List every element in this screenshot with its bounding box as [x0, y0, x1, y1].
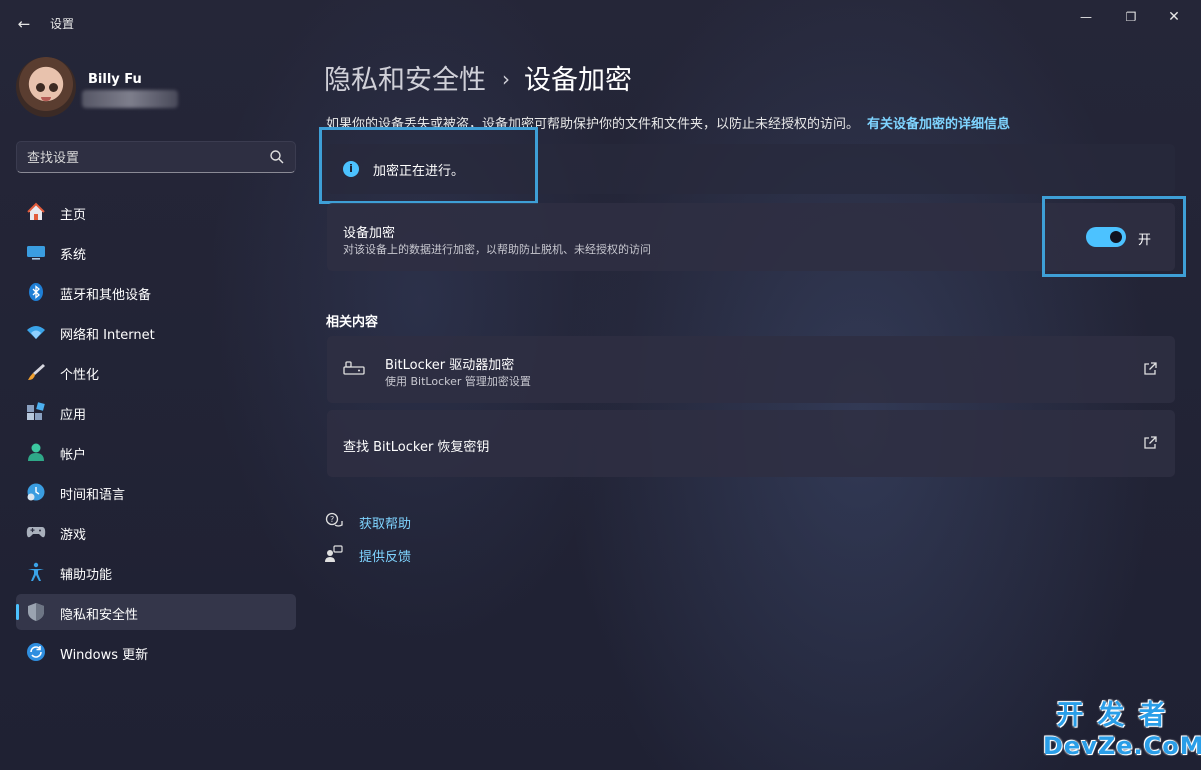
minimize-icon[interactable]: — — [1066, 6, 1106, 28]
device-encryption-subtitle: 对该设备上的数据进行加密，以帮助防止脱机、未经授权的访问 — [343, 243, 651, 256]
sidebar-item-label: 游戏 — [60, 528, 87, 543]
bluetooth-icon — [29, 283, 43, 301]
system-display-icon — [27, 246, 45, 260]
get-help-text: 获取帮助 — [359, 517, 412, 532]
sidebar-item-label: Windows 更新 — [60, 648, 149, 663]
svg-text:?: ? — [330, 515, 334, 524]
active-indicator — [16, 604, 19, 620]
feedback-icon — [325, 545, 343, 562]
sidebar-item-label: 主页 — [60, 208, 87, 223]
sidebar-item-gaming[interactable]: 游戏 — [16, 514, 296, 550]
highlight-box-toggle — [1042, 196, 1186, 277]
sidebar-nav: 主页 系统 蓝牙和其他设备 网络和 Internet 个性化 应用 帐户 时间和… — [16, 194, 296, 674]
sidebar-item-bluetooth[interactable]: 蓝牙和其他设备 — [16, 274, 296, 310]
brush-icon — [28, 364, 45, 380]
bitlocker-drive-icon — [343, 361, 365, 375]
bitlocker-card-title: BitLocker 驱动器加密 — [385, 358, 515, 373]
sidebar-item-windows-update[interactable]: Windows 更新 — [16, 634, 296, 670]
sidebar-item-home[interactable]: 主页 — [16, 194, 296, 230]
sidebar-item-label: 辅助功能 — [60, 568, 113, 583]
related-content-title: 相关内容 — [326, 315, 379, 330]
watermark-logo: 开发者 DevZe.CoM — [1043, 700, 1201, 760]
external-link-icon[interactable] — [1143, 436, 1157, 450]
learn-more-link[interactable]: 有关设备加密的详细信息 — [867, 117, 1010, 132]
sidebar-item-network[interactable]: 网络和 Internet — [16, 314, 296, 350]
breadcrumb-parent[interactable]: 隐私和安全性 — [324, 65, 486, 96]
sidebar-item-label: 蓝牙和其他设备 — [60, 288, 152, 303]
sidebar-item-system[interactable]: 系统 — [16, 234, 296, 270]
gamepad-icon — [26, 527, 46, 538]
search-icon[interactable] — [269, 149, 285, 165]
find-recovery-key-card[interactable]: 查找 BitLocker 恢复密钥 — [327, 410, 1175, 477]
bitlocker-drive-encryption-card[interactable]: BitLocker 驱动器加密 使用 BitLocker 管理加密设置 — [327, 336, 1175, 403]
sidebar-item-privacy-security[interactable]: 隐私和安全性 — [16, 594, 296, 630]
sidebar-item-label: 应用 — [60, 408, 87, 423]
sidebar-item-label: 隐私和安全性 — [60, 608, 139, 623]
sidebar-item-label: 系统 — [60, 248, 87, 263]
sidebar-item-label: 网络和 Internet — [60, 328, 155, 343]
maximize-icon[interactable]: ❐ — [1111, 6, 1151, 28]
watermark-line1: 开发者 — [1056, 700, 1180, 731]
avatar[interactable] — [16, 57, 76, 117]
sidebar-item-label: 时间和语言 — [60, 488, 126, 503]
blurred-user-email — [82, 90, 178, 108]
sidebar-item-accounts[interactable]: 帐户 — [16, 434, 296, 470]
windows-update-icon — [27, 643, 45, 661]
time-language-icon — [27, 483, 45, 501]
title-bar: ← 设置 — ❐ ✕ — [0, 0, 1201, 48]
help-chat-icon: ? — [325, 512, 343, 527]
highlight-box-status — [319, 127, 538, 204]
close-icon[interactable]: ✕ — [1154, 6, 1194, 28]
sidebar-item-accessibility[interactable]: 辅助功能 — [16, 554, 296, 590]
breadcrumb-separator: › — [502, 67, 510, 91]
sidebar-item-apps[interactable]: 应用 — [16, 394, 296, 430]
sidebar-item-time-language[interactable]: 时间和语言 — [16, 474, 296, 510]
page-title: 设备加密 — [524, 65, 632, 96]
accessibility-icon — [28, 562, 44, 581]
device-encryption-title: 设备加密 — [343, 226, 396, 241]
breadcrumb: 隐私和安全性 › 设备加密 — [324, 58, 632, 97]
shield-icon — [28, 603, 44, 621]
wifi-icon — [27, 326, 45, 339]
watermark-line2: DevZe.CoM — [1043, 732, 1201, 760]
apps-icon — [27, 402, 45, 420]
user-name: Billy Fu — [88, 72, 142, 87]
external-link-icon[interactable] — [1143, 362, 1157, 376]
search-box[interactable] — [16, 141, 296, 173]
back-arrow-icon[interactable]: ← — [12, 12, 36, 36]
app-title: 设置 — [50, 17, 75, 31]
home-icon — [27, 202, 45, 220]
sidebar-item-personalization[interactable]: 个性化 — [16, 354, 296, 390]
sidebar-item-label: 帐户 — [60, 448, 87, 463]
bitlocker-card-subtitle: 使用 BitLocker 管理加密设置 — [385, 375, 531, 388]
account-icon — [28, 443, 44, 461]
recovery-key-card-title: 查找 BitLocker 恢复密钥 — [343, 440, 490, 455]
search-input[interactable] — [27, 148, 267, 168]
give-feedback-text: 提供反馈 — [359, 550, 412, 565]
sidebar-item-label: 个性化 — [60, 368, 100, 383]
